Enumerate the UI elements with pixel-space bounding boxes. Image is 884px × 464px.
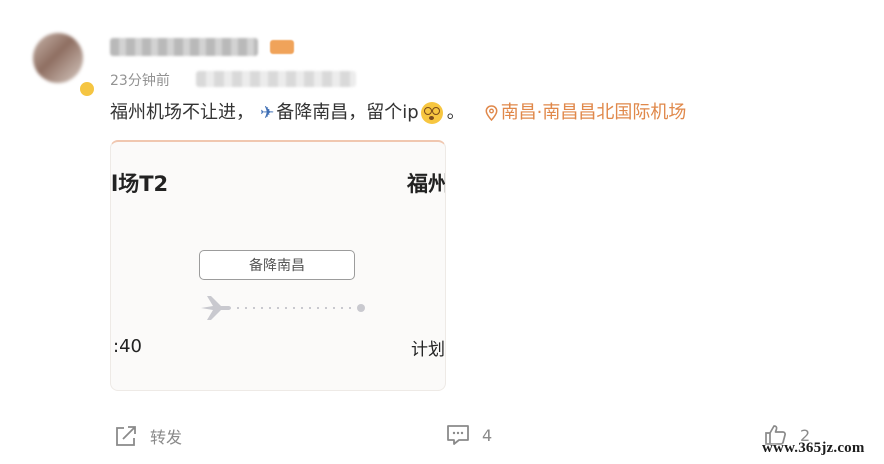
post-text-part1: 福州机场不让进， — [110, 102, 254, 123]
post-text: 福州机场不让进， ✈ 备降南昌，留个ip 。 南昌·南昌昌北国际机场 — [110, 101, 686, 125]
action-bar: 转发 4 2 — [0, 418, 884, 452]
post-text-end: 。 — [446, 102, 465, 123]
departure-airport: l场T2 — [111, 172, 169, 196]
post-source-blurred — [196, 71, 356, 87]
dizzy-face-emoji-icon — [420, 102, 443, 124]
departure-time: :40 — [113, 336, 142, 357]
verified-badge-icon — [78, 80, 96, 98]
avatar[interactable] — [33, 33, 83, 83]
flight-route-line — [201, 296, 365, 320]
location-pin-icon — [485, 105, 498, 121]
airplane-route-icon — [201, 296, 231, 320]
location-link[interactable]: 南昌·南昌昌北国际机场 — [485, 101, 687, 125]
post-text-part2: 备降南昌，留个ip — [276, 102, 419, 123]
flight-status-badge: 备降南昌 — [199, 250, 355, 280]
username-blurred[interactable] — [110, 38, 258, 56]
forward-label: 转发 — [150, 428, 183, 447]
flight-card[interactable]: l场T2 福州 备降南昌 :40 计划 — [110, 140, 446, 391]
vip-badge-icon — [270, 40, 294, 54]
comment-icon — [447, 425, 469, 445]
airplane-icon: ✈ — [260, 103, 275, 123]
comment-count: 4 — [482, 425, 493, 445]
site-watermark: www.365jz.com — [762, 440, 865, 456]
forward-button[interactable]: 转发 — [114, 424, 182, 448]
arrival-airport: 福州 — [407, 172, 446, 196]
location-label: 南昌·南昌昌北国际机场 — [500, 102, 687, 123]
arrival-planned-label: 计划 — [411, 340, 445, 360]
comment-button[interactable]: 4 — [446, 424, 492, 446]
post-timestamp[interactable]: 23分钟前 — [110, 70, 170, 90]
share-icon — [116, 426, 136, 446]
